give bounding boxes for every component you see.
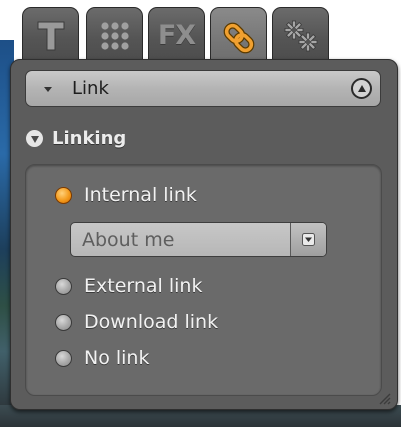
option-label: No link [84, 347, 150, 369]
tab-settings[interactable] [272, 7, 329, 63]
expand-toggle-icon [26, 129, 43, 147]
link-icon [221, 20, 257, 56]
panel-type-label: Link [72, 78, 109, 99]
tab-text[interactable] [22, 7, 79, 63]
option-label: Download link [84, 311, 219, 333]
select-value: About me [82, 229, 175, 251]
grid-icon [99, 20, 131, 52]
tab-bar: FX [22, 7, 382, 67]
chevron-down-icon [302, 233, 315, 246]
option-download-link[interactable]: Download link [55, 310, 218, 334]
radio-button[interactable] [55, 277, 72, 295]
option-label: External link [84, 275, 203, 297]
option-internal-link[interactable]: Internal link [55, 183, 197, 207]
tab-grid[interactable] [86, 7, 143, 63]
radio-button[interactable] [55, 313, 72, 331]
collapse-up-button[interactable] [351, 78, 372, 99]
tab-link[interactable] [210, 7, 267, 67]
fx-icon: FX [157, 20, 196, 51]
internal-page-select[interactable]: About me [70, 222, 327, 257]
option-label: Internal link [84, 184, 197, 206]
gears-icon [281, 18, 321, 54]
link-panel: Link Linking Internal link About me Exte… [10, 59, 398, 410]
radio-button[interactable] [55, 186, 72, 204]
triangle-up-icon [357, 84, 366, 92]
caret-down-icon [44, 87, 52, 92]
text-icon [36, 20, 66, 52]
select-arrow-button[interactable] [290, 223, 326, 256]
option-external-link[interactable]: External link [55, 274, 202, 298]
section-title: Linking [52, 127, 127, 149]
linking-section-header[interactable]: Linking [26, 126, 126, 150]
linking-options-box: Internal link About me External link Dow… [25, 164, 382, 396]
panel-type-dropdown[interactable]: Link [25, 70, 381, 107]
option-no-link[interactable]: No link [55, 346, 149, 370]
radio-button[interactable] [55, 349, 72, 367]
resize-grip-icon[interactable] [377, 390, 391, 405]
tab-fx[interactable]: FX [148, 7, 205, 63]
